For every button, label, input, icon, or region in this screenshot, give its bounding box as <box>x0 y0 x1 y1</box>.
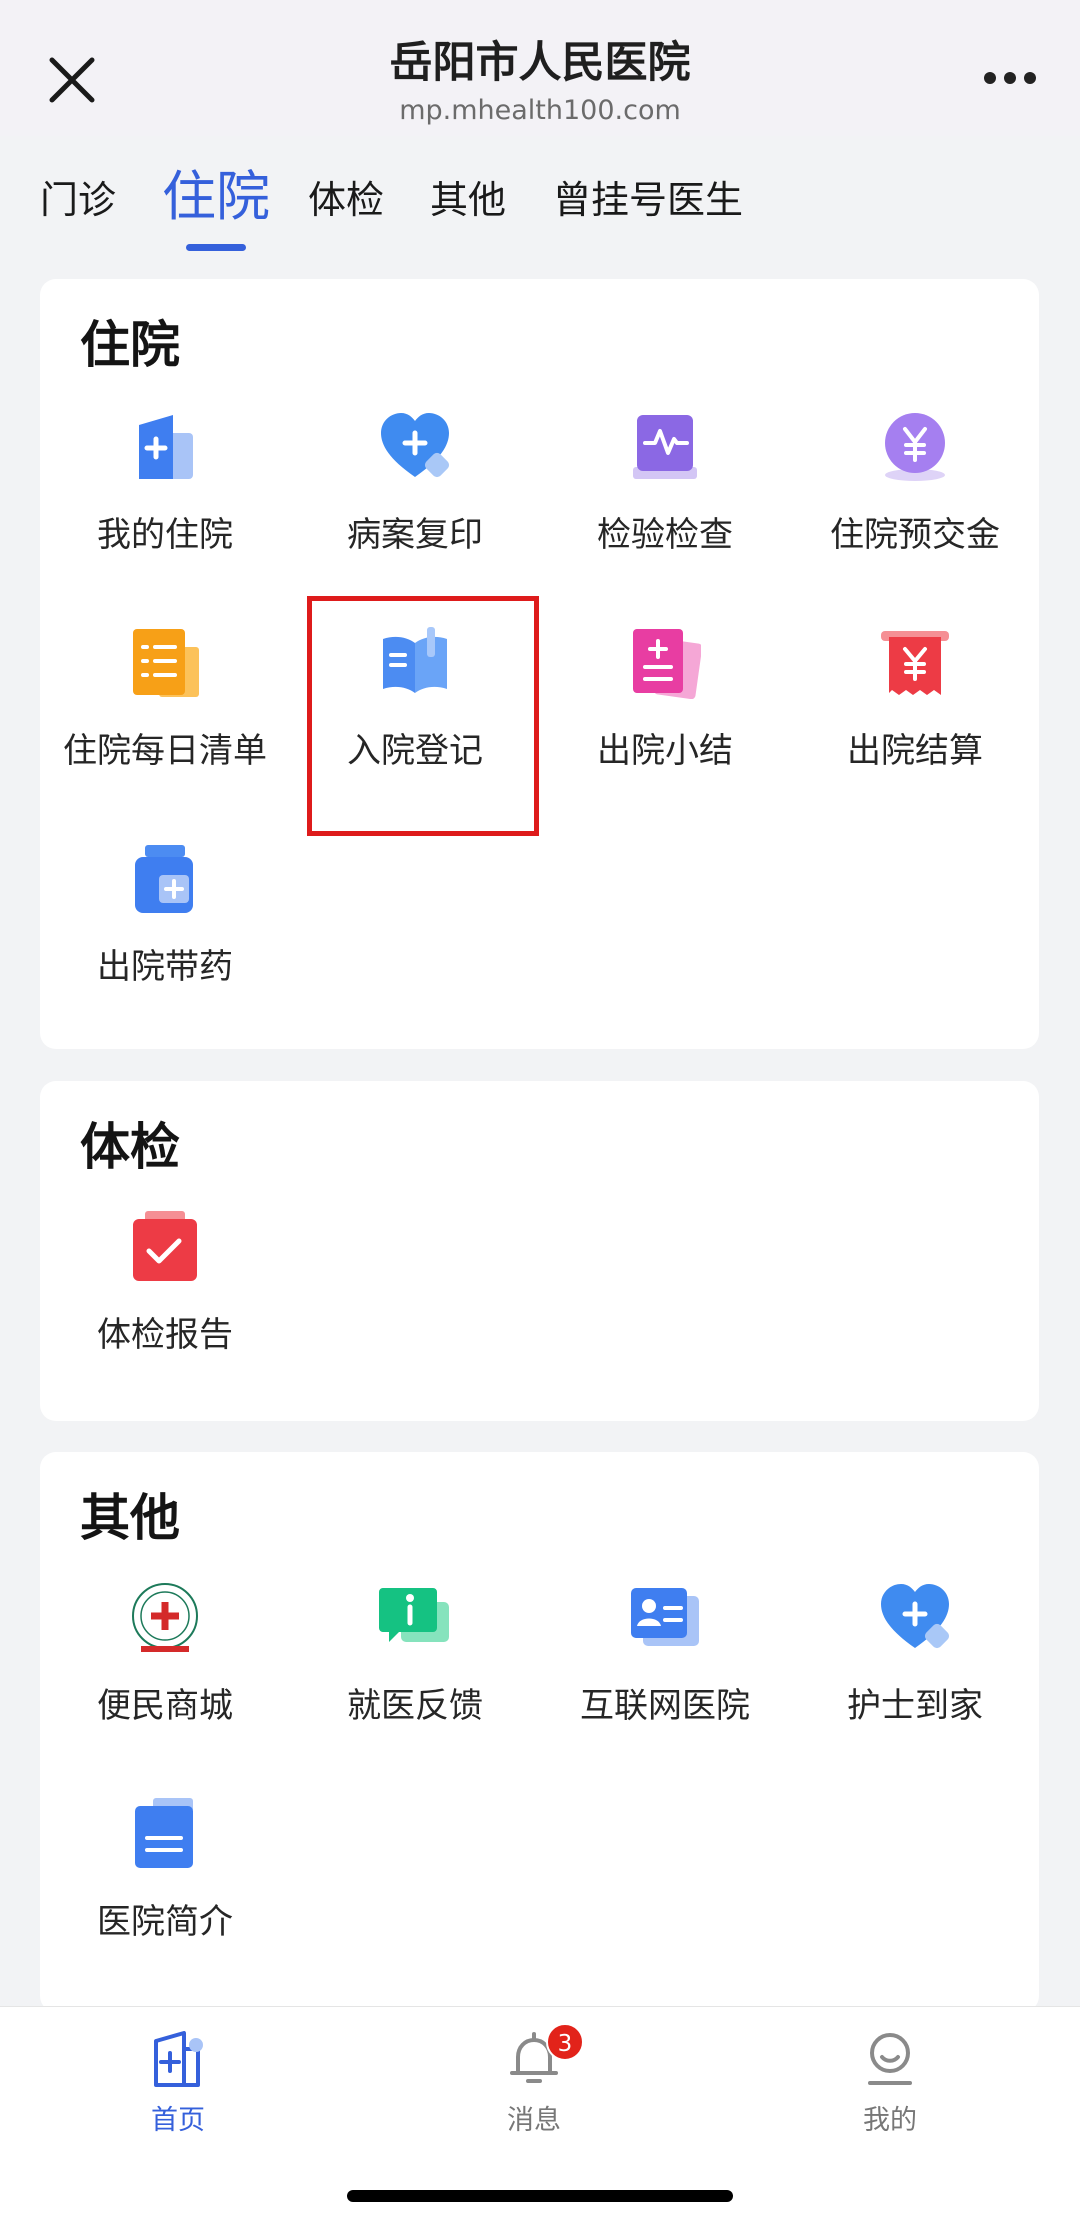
grid-item-discharge-summary[interactable]: 出院小结 <box>540 627 790 827</box>
grid-item-label: 住院每日清单 <box>63 731 267 771</box>
hospital-logo-icon <box>132 1583 198 1652</box>
receipt-yuan-icon <box>881 631 949 695</box>
grid-item-label: 护士到家 <box>847 1686 983 1726</box>
grid-item-label: 我的住院 <box>97 515 233 555</box>
inpatient-card: 住院 我的住院 病案复印 检验检查 住院预交金 住院每日清单 入院登记 出院小结… <box>40 279 1039 1049</box>
tab-other[interactable]: 其他 <box>430 172 506 228</box>
nav-label-home: 首页 <box>151 2105 205 2136</box>
grid-item-deposit[interactable]: 住院预交金 <box>790 411 1040 611</box>
checkup-card: 体检 体检报告 <box>40 1081 1039 1421</box>
title-bar: 岳阳市人民医院 mp.mhealth100.com <box>0 0 1080 136</box>
heart-plus-icon <box>881 1584 950 1649</box>
nav-item-messages[interactable]: 3 消息 <box>434 2023 634 2151</box>
grid-item-feedback[interactable]: 就医反馈 <box>290 1582 540 1782</box>
nav-item-home[interactable]: 首页 <box>78 2031 278 2151</box>
grid-item-checkup-report[interactable]: 体检报告 <box>40 1211 290 1411</box>
app-page: 岳阳市人民医院 mp.mhealth100.com 门诊 住院 体检 其他 曾挂… <box>0 0 1080 2230</box>
hospital-icon <box>139 415 193 479</box>
nav-label-messages: 消息 <box>507 2105 561 2136</box>
grid-item-discharge-medication[interactable]: 出院带药 <box>40 843 290 1043</box>
tab-previous-doctors[interactable]: 曾挂号医生 <box>553 172 743 228</box>
category-tabs: 门诊 住院 体检 其他 曾挂号医生 <box>0 136 1080 266</box>
section-title-checkup: 体检 <box>80 1118 180 1176</box>
user-icon <box>868 2033 912 2085</box>
nav-label-profile: 我的 <box>863 2105 917 2136</box>
grid-item-label: 体检报告 <box>97 1315 233 1355</box>
section-title-other: 其他 <box>80 1489 180 1547</box>
heart-plus-icon <box>381 413 450 478</box>
more-icon[interactable] <box>980 62 1040 86</box>
highlight-box <box>307 596 539 836</box>
pulse-monitor-icon <box>633 415 697 479</box>
grid-item-label: 就医反馈 <box>347 1686 483 1726</box>
grid-item-label: 检验检查 <box>597 515 733 555</box>
grid-item-label: 出院结算 <box>847 731 983 771</box>
document-lines-icon <box>135 1798 193 1868</box>
page-url: mp.mhealth100.com <box>399 95 681 126</box>
other-card: 其他 便民商城 就医反馈 互联网医院 护士到家 医院简介 <box>40 1452 1039 2012</box>
title-wrap: 岳阳市人民医院 mp.mhealth100.com <box>0 34 1080 130</box>
grid-item-label: 便民商城 <box>97 1686 233 1726</box>
grid-item-nurse-home[interactable]: 护士到家 <box>790 1582 1040 1782</box>
grid-item-label: 住院预交金 <box>830 515 1000 555</box>
grid-item-hospital-intro[interactable]: 医院简介 <box>40 1798 290 1998</box>
grid-item-internet-hospital[interactable]: 互联网医院 <box>540 1582 790 1782</box>
grid-item-my-hospitalization[interactable]: 我的住院 <box>40 411 290 611</box>
grid-item-label: 出院小结 <box>597 731 733 771</box>
page-title: 岳阳市人民医院 <box>389 38 691 88</box>
grid-item-label: 互联网医院 <box>580 1686 750 1726</box>
grid-item-label: 出院带药 <box>97 947 233 987</box>
message-count-badge: 3 <box>546 2023 584 2061</box>
grid-item-mall[interactable]: 便民商城 <box>40 1582 290 1782</box>
feedback-info-icon <box>379 1588 449 1642</box>
yuan-coin-icon <box>885 413 945 481</box>
id-card-icon <box>631 1588 699 1646</box>
grid-item-lab-tests[interactable]: 检验检查 <box>540 411 790 611</box>
medicine-bottle-icon <box>135 845 193 913</box>
grid-item-record-copy[interactable]: 病案复印 <box>290 411 540 611</box>
grid-item-discharge-settlement[interactable]: 出院结算 <box>790 627 1040 827</box>
document-plus-icon <box>633 629 701 699</box>
grid-item-label: 医院简介 <box>97 1902 233 1942</box>
section-title-inpatient: 住院 <box>80 316 180 374</box>
home-hospital-icon <box>154 2031 203 2087</box>
clipboard-check-icon <box>133 1211 197 1281</box>
list-icon <box>133 629 199 697</box>
grid-item-daily-list[interactable]: 住院每日清单 <box>40 627 290 827</box>
tab-inpatient[interactable]: 住院 <box>162 162 270 232</box>
tab-checkup[interactable]: 体检 <box>308 172 384 228</box>
tab-outpatient[interactable]: 门诊 <box>40 172 116 228</box>
active-tab-indicator <box>186 244 246 251</box>
grid-item-label: 病案复印 <box>347 515 483 555</box>
home-indicator <box>347 2190 733 2202</box>
nav-item-profile[interactable]: 我的 <box>790 2031 990 2151</box>
